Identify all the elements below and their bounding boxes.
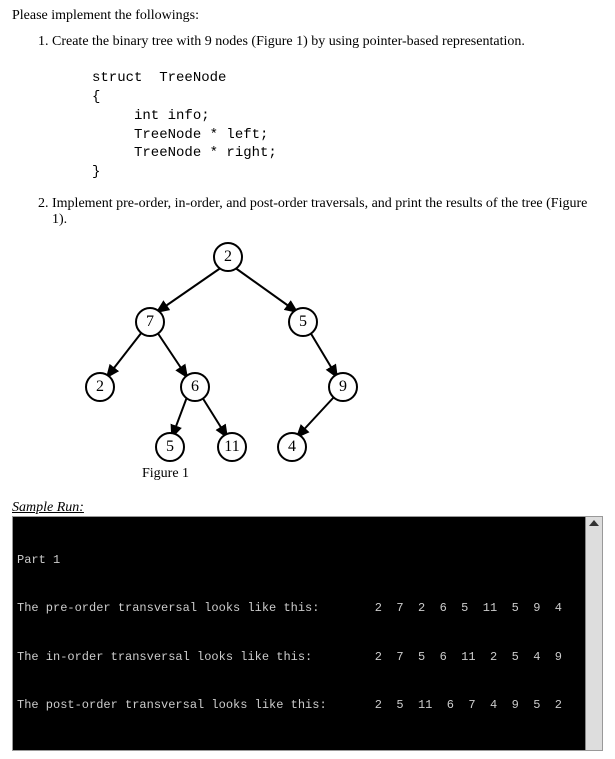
code-line: TreeNode * left; <box>92 127 268 143</box>
scroll-up-icon <box>589 520 599 526</box>
terminal-line: Part 1 <box>17 552 596 568</box>
code-line: struct TreeNode <box>92 70 226 86</box>
terminal-line: The pre-order transversal looks like thi… <box>17 600 596 616</box>
code-line: int info; <box>92 108 210 124</box>
task-2-text: Implement pre-order, in-order, and post-… <box>52 196 587 227</box>
code-block: struct TreeNode { int info; TreeNode * l… <box>92 50 603 182</box>
code-line: } <box>92 164 100 180</box>
postorder-values: 2 5 11 6 7 4 9 5 2 <box>375 697 596 713</box>
tree-diagram: 2 7 5 2 6 9 5 11 4 <box>72 242 392 462</box>
preorder-label: The pre-order transversal looks like thi… <box>17 600 319 616</box>
sample-run-label: Sample Run: <box>12 500 603 516</box>
figure-caption: Figure 1 <box>142 466 603 482</box>
inorder-label: The in-order transversal looks like this… <box>17 649 312 665</box>
task-1: Create the binary tree with 9 nodes (Fig… <box>52 34 603 182</box>
code-line: TreeNode * right; <box>92 145 277 161</box>
intro-text: Please implement the followings: <box>12 8 603 24</box>
task-1-text: Create the binary tree with 9 nodes (Fig… <box>52 34 525 49</box>
code-line: { <box>92 89 100 105</box>
scrollbar[interactable] <box>585 517 602 750</box>
terminal-line: The post-order transversal looks like th… <box>17 697 596 713</box>
task-2: Implement pre-order, in-order, and post-… <box>52 196 603 228</box>
terminal-line: The in-order transversal looks like this… <box>17 649 596 665</box>
tree-edges <box>72 242 392 462</box>
terminal-output: Part 1 The pre-order transversal looks l… <box>12 516 603 751</box>
preorder-values: 2 7 2 6 5 11 5 9 4 <box>375 600 596 616</box>
inorder-values: 2 7 5 6 11 2 5 4 9 <box>375 649 596 665</box>
postorder-label: The post-order transversal looks like th… <box>17 697 327 713</box>
